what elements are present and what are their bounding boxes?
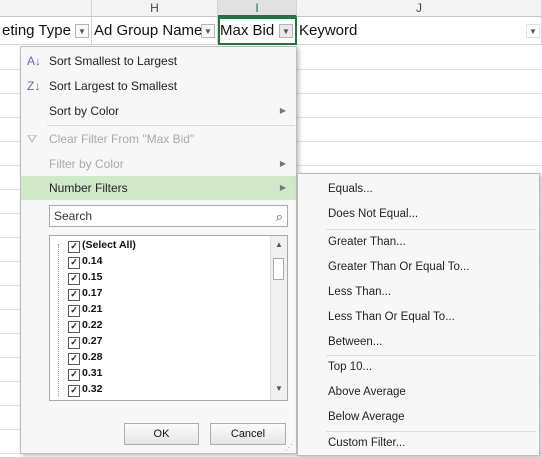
filter-less-than[interactable]: Less Than... (298, 280, 539, 305)
filter-less-than-or-equal[interactable]: Less Than Or Equal To... (298, 305, 539, 330)
list-item[interactable]: ✓ 0.14 (68, 254, 102, 269)
list-item-select-all[interactable]: ✓ (Select All) (68, 238, 136, 253)
menu-item-label: Filter by Color (49, 157, 124, 171)
scroll-down-icon[interactable]: ▼ (271, 382, 287, 396)
filter-dropdown-button[interactable]: ▼ (75, 24, 89, 38)
header-cell-keyword[interactable]: Keyword (297, 17, 542, 45)
list-scrollbar[interactable]: ▲ ▼ (270, 236, 287, 400)
list-item[interactable]: ✓ 0.21 (68, 302, 102, 317)
menu-item-label: Sort Largest to Smallest (49, 79, 178, 93)
menu-item-label: Number Filters (49, 181, 128, 195)
sort-by-color[interactable]: Sort by Color ▶ (21, 99, 296, 123)
submenu-arrow-icon: ▶ (279, 106, 286, 115)
filter-above-average[interactable]: Above Average (298, 380, 539, 405)
column-header-h[interactable]: H (92, 0, 218, 17)
list-item-label: 0.27 (82, 335, 103, 347)
header-label: Max Bid (220, 22, 275, 39)
list-item[interactable]: ✓ 0.22 (68, 318, 102, 333)
filter-by-color: Filter by Color ▶ (21, 152, 296, 176)
list-item-label: 0.14 (82, 255, 103, 267)
header-cell-ad-group-name[interactable]: Ad Group Name (92, 17, 218, 45)
number-filters-submenu: Equals... Does Not Equal... Greater Than… (297, 173, 540, 456)
list-item[interactable]: ✓ 0.32 (68, 382, 102, 397)
list-item-label: 0.17 (82, 287, 103, 299)
submenu-arrow-icon: ▶ (279, 159, 286, 168)
filter-between[interactable]: Between... (298, 330, 539, 355)
sort-smallest-to-largest[interactable]: A↓ Sort Smallest to Largest (21, 49, 296, 73)
filter-does-not-equal[interactable]: Does Not Equal... (298, 202, 539, 227)
header-label: Keyword (299, 22, 358, 39)
filter-below-average[interactable]: Below Average (298, 405, 539, 430)
resize-grip-icon[interactable]: ⋰ (285, 443, 293, 452)
list-item-label: 0.21 (82, 303, 103, 315)
checkbox-icon[interactable]: ✓ (68, 289, 80, 301)
list-item-label: 0.15 (82, 271, 103, 283)
filter-top-10[interactable]: Top 10... (298, 355, 539, 380)
clear-filter-icon: ⛛ (27, 132, 38, 146)
scroll-up-icon[interactable]: ▲ (271, 238, 287, 252)
column-header-i[interactable]: I (218, 0, 297, 17)
filter-custom[interactable]: Custom Filter... (298, 431, 539, 456)
cancel-button[interactable]: Cancel (210, 423, 286, 445)
list-item-label: 0.22 (82, 319, 103, 331)
sort-ascending-icon: A↓ (27, 54, 42, 68)
clear-filter: ⛛ Clear Filter From "Max Bid" (21, 127, 296, 151)
filter-dropdown-button-active[interactable]: ▼ (279, 24, 293, 38)
menu-separator (47, 125, 295, 126)
list-item-label: 0.28 (82, 351, 103, 363)
menu-item-label: Sort Smallest to Largest (49, 54, 178, 68)
checkbox-icon[interactable]: ✓ (68, 257, 80, 269)
list-item[interactable]: ✓ 0.28 (68, 350, 102, 365)
search-icon: ⌕ (275, 209, 283, 224)
filter-dropdown-button[interactable]: ▼ (201, 24, 215, 38)
checkbox-icon[interactable]: ✓ (68, 353, 80, 365)
checkbox-icon[interactable]: ✓ (68, 385, 80, 397)
checkbox-icon[interactable]: ✓ (68, 321, 80, 333)
menu-item-label: Clear Filter From "Max Bid" (49, 132, 195, 146)
filter-greater-than[interactable]: Greater Than... (298, 230, 539, 255)
column-header-j[interactable]: J (297, 0, 542, 17)
list-item[interactable]: ✓ 0.31 (68, 366, 102, 381)
list-item-label: 0.31 (82, 367, 103, 379)
list-item-label: 0.32 (82, 383, 103, 395)
list-item[interactable]: ✓ 0.17 (68, 286, 102, 301)
sort-descending-icon: Z↓ (27, 79, 41, 93)
number-filters[interactable]: Number Filters ▶ (21, 176, 296, 200)
checkbox-icon[interactable]: ✓ (68, 305, 80, 317)
scroll-thumb[interactable] (273, 258, 284, 280)
list-item-label: (Select All) (82, 239, 136, 251)
filter-greater-than-or-equal[interactable]: Greater Than Or Equal To... (298, 255, 539, 280)
checkbox-icon[interactable]: ✓ (68, 369, 80, 381)
filter-dropdown-button[interactable]: ▼ (526, 24, 540, 38)
menu-item-label: Sort by Color (49, 104, 120, 118)
list-item[interactable]: ✓ 0.27 (68, 334, 102, 349)
submenu-arrow-icon: ▶ (279, 183, 286, 192)
header-label: eting Type (2, 22, 71, 39)
column-header-g[interactable] (0, 0, 92, 17)
search-placeholder: Search (54, 209, 93, 223)
checkbox-icon[interactable]: ✓ (68, 337, 80, 349)
search-input[interactable]: Search ⌕ (49, 205, 288, 227)
header-label: Ad Group Name (94, 22, 203, 39)
autofilter-menu: A↓ Sort Smallest to Largest Z↓ Sort Larg… (20, 46, 297, 454)
filter-equals[interactable]: Equals... (298, 177, 539, 202)
filter-values-list[interactable]: ✓ (Select All) ✓ 0.14 ✓ 0.15 ✓ 0.17 ✓ 0.21 ✓ 0… (49, 235, 288, 401)
list-item[interactable]: ✓ 0.15 (68, 270, 102, 285)
ok-button[interactable]: OK (124, 423, 199, 445)
sort-largest-to-smallest[interactable]: Z↓ Sort Largest to Smallest (21, 74, 296, 98)
tree-line (58, 244, 59, 396)
checkbox-icon[interactable]: ✓ (68, 241, 80, 253)
checkbox-icon[interactable]: ✓ (68, 273, 80, 285)
